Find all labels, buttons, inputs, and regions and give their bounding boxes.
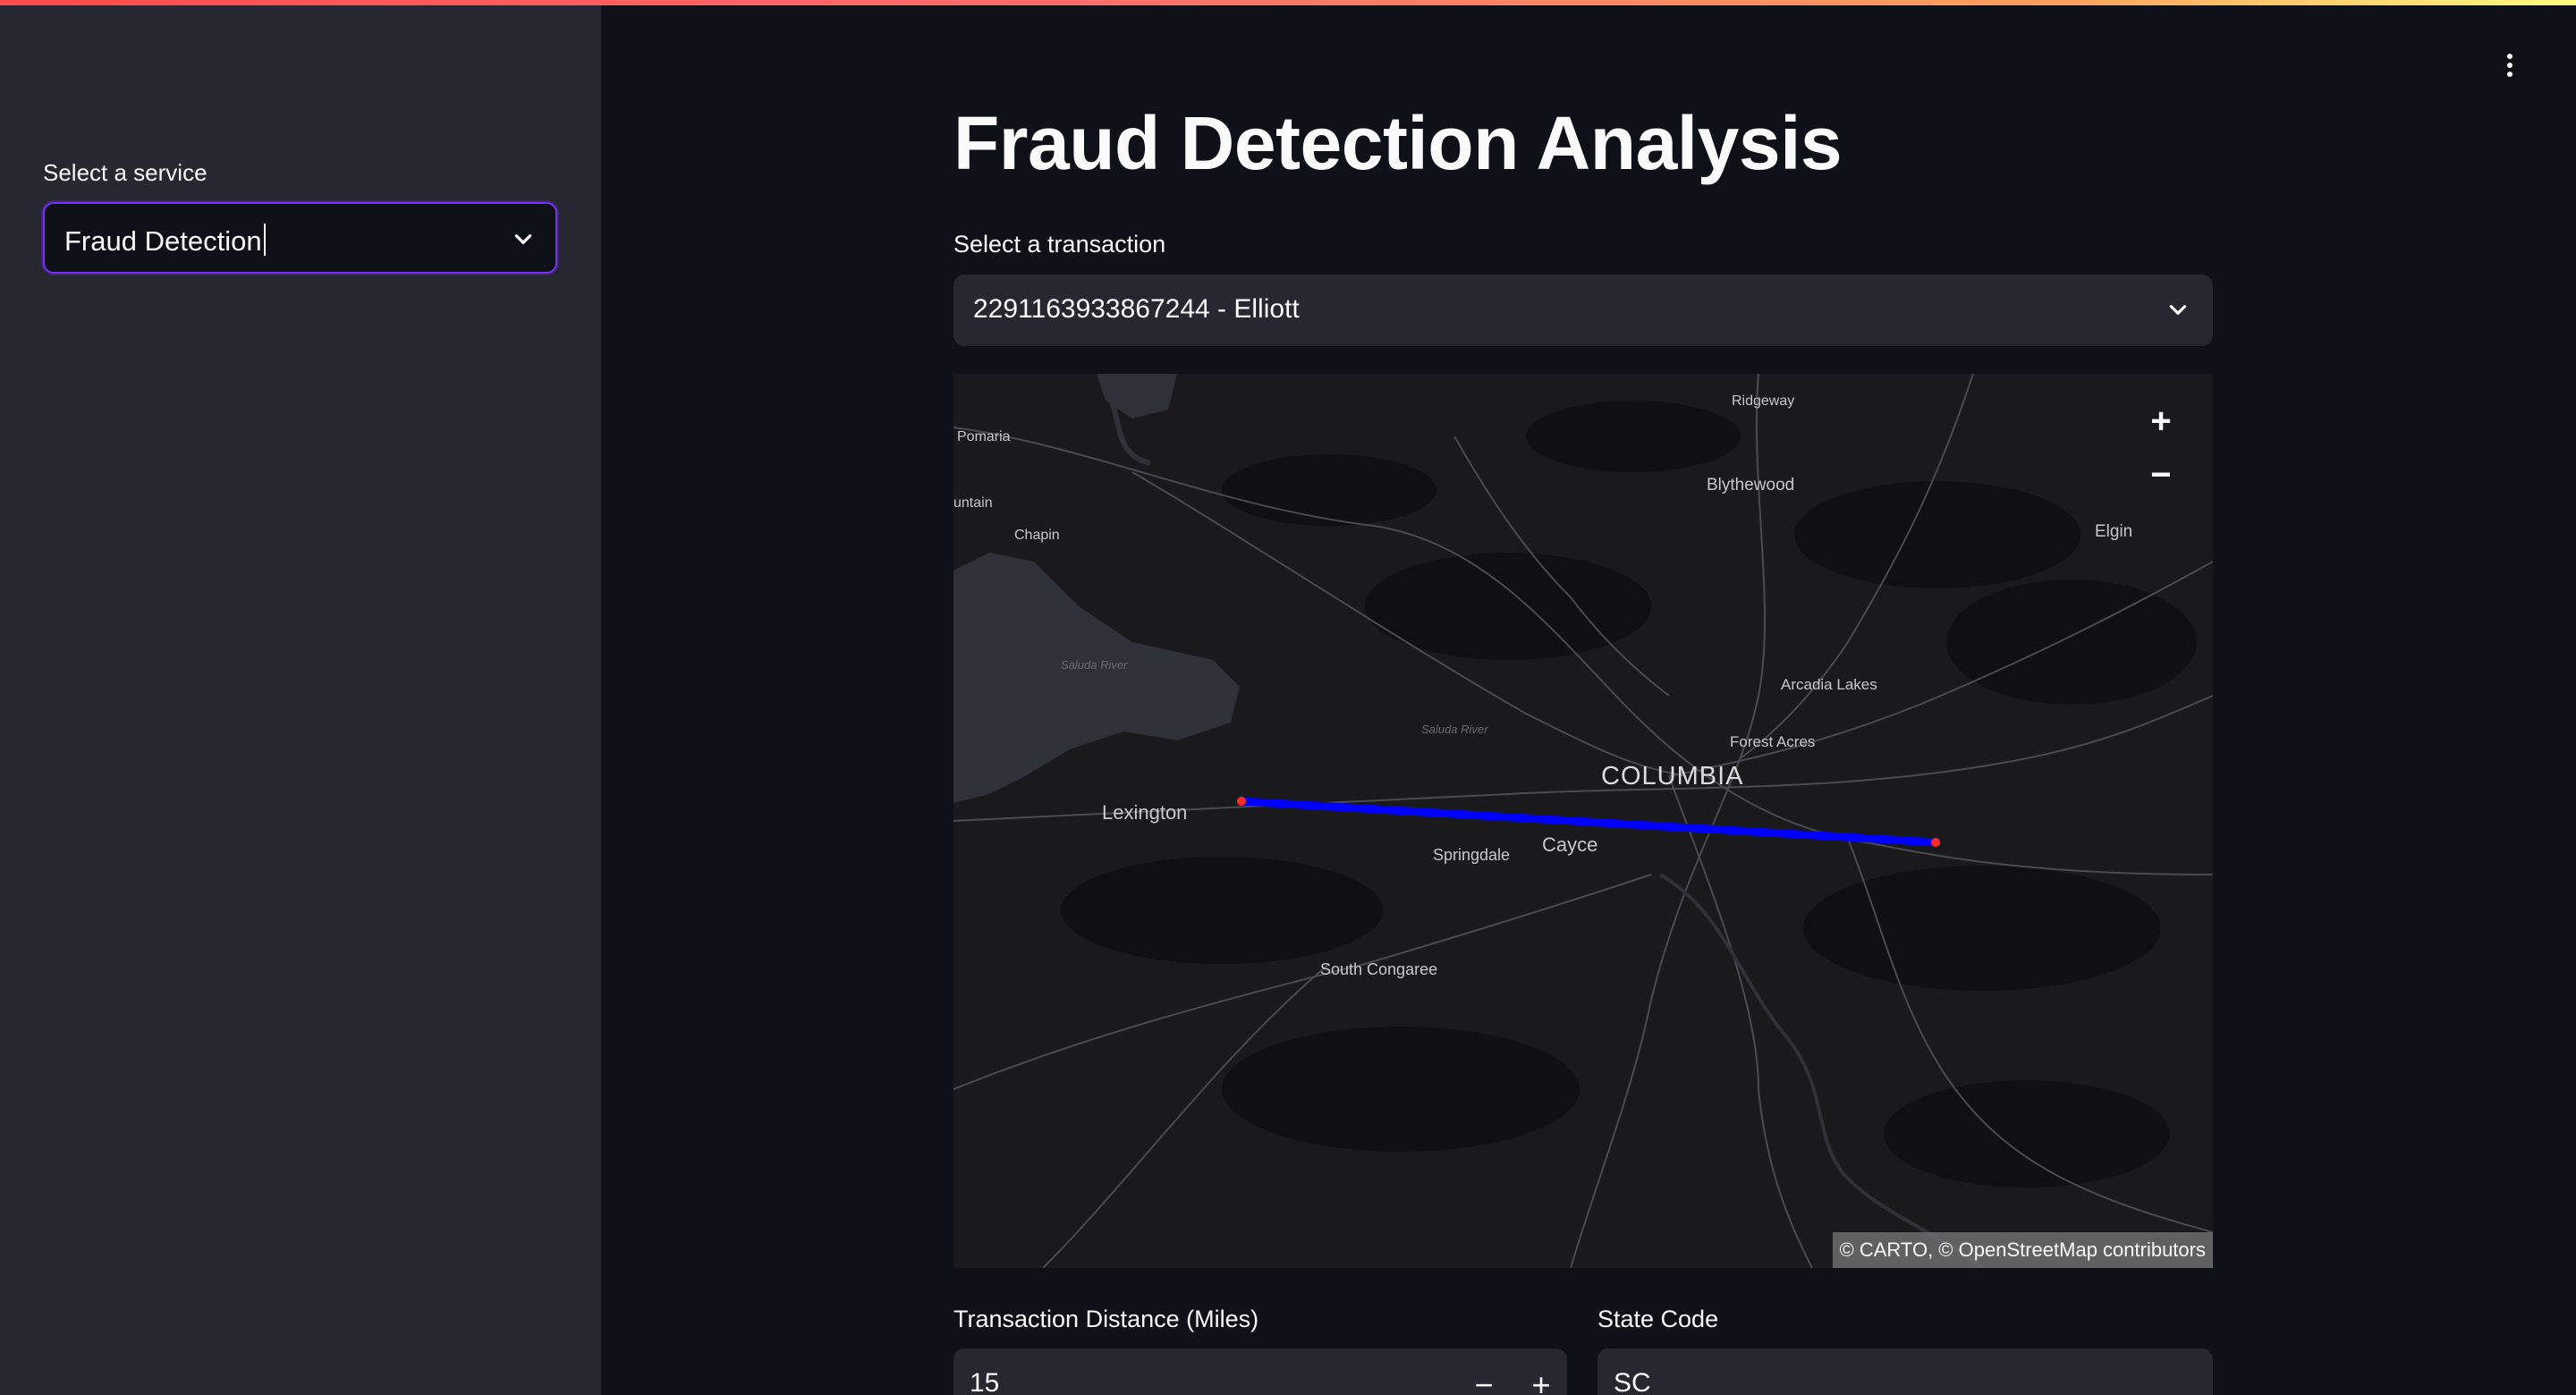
service-select[interactable]: Fraud Detection: [43, 202, 557, 274]
service-select-label: Select a service: [43, 159, 208, 186]
decrement-button[interactable]: −: [1462, 1363, 1506, 1395]
page-title: Fraud Detection Analysis: [953, 101, 1843, 185]
map-label-chapin: Chapin: [1014, 528, 1060, 543]
kebab-menu-icon[interactable]: [2499, 54, 2521, 80]
zoom-in-button[interactable]: +: [2134, 395, 2188, 449]
distance-number-input[interactable]: 15 − +: [953, 1348, 1567, 1395]
increment-button[interactable]: +: [1519, 1363, 1563, 1395]
map-label-saluda-river: Saluda River: [1061, 658, 1128, 672]
state-code-value: SC: [1614, 1368, 1651, 1395]
map-label-blythewood: Blythewood: [1707, 476, 1795, 495]
transaction-select-label: Select a transaction: [953, 231, 1166, 258]
map-label-ridgeway: Ridgeway: [1732, 393, 1795, 409]
map-label-elgin: Elgin: [2095, 522, 2133, 541]
map-label-cayce: Cayce: [1542, 833, 1598, 856]
map-label-south-congaree: South Congaree: [1320, 960, 1438, 978]
state-code-input[interactable]: SC: [1597, 1348, 2213, 1395]
map-label-mountain: untain: [953, 495, 993, 511]
map-zoom-controls: + −: [2134, 395, 2188, 503]
zoom-out-button[interactable]: −: [2134, 449, 2188, 503]
route-end-point: [1931, 838, 1940, 847]
terrain-texture: [1061, 401, 2197, 1188]
transaction-map[interactable]: Ridgeway Pomaria Blythewood untain Chapi…: [953, 374, 2213, 1268]
route-start-point: [1237, 797, 1246, 806]
map-label-lexington: Lexington: [1102, 801, 1188, 824]
chevron-down-icon[interactable]: [512, 227, 535, 250]
text-cursor: [263, 224, 266, 256]
map-label-columbia: COLUMBIA: [1601, 762, 1744, 790]
state-code-label: State Code: [1597, 1306, 1719, 1332]
sidebar: Select a service Fraud Detection: [0, 5, 601, 1395]
distance-input-label: Transaction Distance (Miles): [953, 1306, 1259, 1332]
map-attribution[interactable]: © CARTO, © OpenStreetMap contributors: [1832, 1232, 2213, 1268]
lake-murray: [953, 553, 1240, 803]
transaction-select-value: 2291163933867244 - Elliott: [973, 294, 1300, 324]
map-label-pomaria: Pomaria: [957, 429, 1011, 444]
map-label-forest-acres: Forest Acres: [1730, 733, 1816, 750]
transaction-select[interactable]: 2291163933867244 - Elliott: [953, 275, 2213, 346]
map-label-springdale: Springdale: [1433, 846, 1511, 864]
chevron-down-icon[interactable]: [2166, 298, 2190, 321]
distance-input-value: 15: [970, 1368, 1000, 1395]
map-label-saluda-river-2: Saluda River: [1421, 723, 1488, 736]
service-select-value: Fraud Detection: [64, 224, 266, 258]
map-label-arcadia-lakes: Arcadia Lakes: [1781, 676, 1877, 693]
